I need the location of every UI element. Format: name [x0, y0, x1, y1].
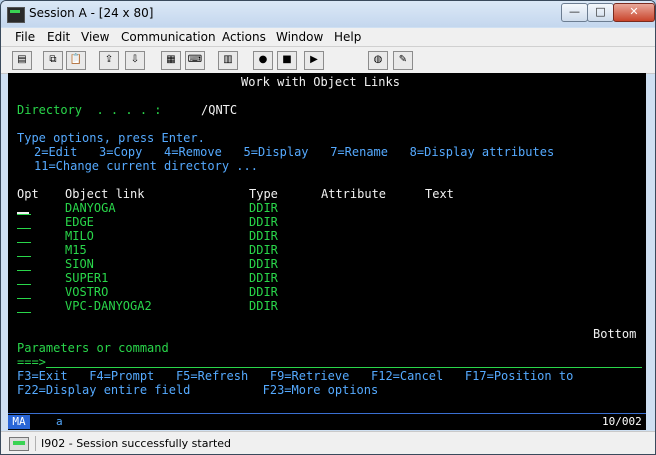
command-prompt: ===>: [17, 355, 46, 369]
edit-icon[interactable]: ✎: [393, 51, 413, 70]
options-heading: Type options, press Enter.: [17, 131, 205, 145]
display-icon[interactable]: ▦: [161, 51, 181, 70]
object-name-6: SUPER1: [65, 271, 109, 285]
object-name-4: M15: [65, 243, 87, 257]
object-type-4: DDIR: [249, 243, 278, 257]
object-type-2: DDIR: [249, 215, 278, 229]
menu-bar: File Edit View Communication Actions Win…: [1, 28, 655, 47]
screen-title: Work with Object Links: [241, 75, 400, 89]
maximize-button[interactable]: □: [587, 3, 614, 22]
print-screen-icon[interactable]: ▤: [12, 51, 32, 70]
emulator-window: Session A - [24 x 80] — □ ✕ File Edit Vi…: [0, 0, 656, 455]
options-line-2: 11=Change current directory ...: [34, 159, 258, 173]
column-attribute: Attribute: [321, 187, 387, 201]
object-name-7: VOSTRO: [65, 285, 109, 299]
title-bar[interactable]: Session A - [24 x 80] — □ ✕: [1, 1, 655, 27]
cursor-position: 10/002: [602, 415, 642, 428]
paste-icon[interactable]: 📋: [66, 51, 86, 70]
minimize-button[interactable]: —: [561, 3, 588, 22]
keyboard-icon[interactable]: ⌨: [185, 51, 205, 70]
stop-macro-icon[interactable]: ■: [277, 51, 297, 70]
status-bar: I902 - Session successfully started: [1, 431, 655, 454]
receive-icon[interactable]: ⇩: [125, 51, 145, 70]
toolbar: ▤ ⧉ 📋 ⇪ ⇩ ▦ ⌨ ▥ ● ■ ▶ ◍ ✎: [1, 47, 655, 74]
object-type-5: DDIR: [249, 257, 278, 271]
copy-icon[interactable]: ⧉: [43, 51, 63, 70]
option-input-1[interactable]: [17, 214, 31, 215]
menu-view[interactable]: View: [81, 30, 109, 44]
record-macro-icon[interactable]: ●: [253, 51, 273, 70]
options-line-1: 2=Edit 3=Copy 4=Remove 5=Display 7=Renam…: [34, 145, 555, 159]
menu-help[interactable]: Help: [334, 30, 361, 44]
object-name-3: MILO: [65, 229, 94, 243]
column-type: Type: [249, 187, 278, 201]
object-type-3: DDIR: [249, 229, 278, 243]
object-name-1: DANYOGA: [65, 201, 116, 215]
object-name-8: VPC-DANYOGA2: [65, 299, 152, 313]
directory-value: /QNTC: [201, 103, 238, 117]
menu-communication[interactable]: Communication: [121, 30, 216, 44]
function-keys-line-2: F22=Display entire field F23=More option…: [17, 383, 379, 397]
command-input[interactable]: [46, 367, 642, 368]
option-input-3[interactable]: [17, 242, 31, 243]
parameters-label: Parameters or command: [17, 341, 169, 355]
terminal-app-icon: [7, 7, 25, 23]
option-input-6[interactable]: [17, 284, 31, 285]
operator-info-area: MA a 10/002: [8, 413, 646, 430]
column-text: Text: [425, 187, 454, 201]
menu-edit[interactable]: Edit: [47, 30, 70, 44]
column-opt: Opt: [17, 187, 39, 201]
send-icon[interactable]: ⇪: [99, 51, 119, 70]
directory-label: Directory . . . . :: [17, 103, 162, 117]
menu-actions[interactable]: Actions: [222, 30, 266, 44]
object-name-2: EDGE: [65, 215, 94, 229]
menu-file[interactable]: File: [15, 30, 35, 44]
globe-icon[interactable]: ◍: [368, 51, 388, 70]
option-input-7[interactable]: [17, 298, 31, 299]
object-type-6: DDIR: [249, 271, 278, 285]
window-title: Session A - [24 x 80]: [29, 6, 154, 20]
macro-icon[interactable]: ▥: [218, 51, 238, 70]
close-button[interactable]: ✕: [613, 3, 655, 22]
object-name-5: SION: [65, 257, 94, 271]
play-macro-icon[interactable]: ▶: [304, 51, 324, 70]
session-status-icon: [9, 437, 29, 451]
option-input-5[interactable]: [17, 270, 31, 271]
option-input-8[interactable]: [17, 312, 31, 313]
oia-input-mode: a: [56, 415, 63, 428]
object-type-8: DDIR: [249, 299, 278, 313]
option-input-4[interactable]: [17, 256, 31, 257]
status-message: I902 - Session successfully started: [35, 436, 231, 451]
list-position-indicator: Bottom: [593, 327, 637, 341]
terminal-screen[interactable]: Work with Object Links Directory . . . .…: [8, 73, 646, 413]
function-keys-line-1: F3=Exit F4=Prompt F5=Refresh F9=Retrieve…: [17, 369, 574, 383]
option-input-2[interactable]: [17, 228, 31, 229]
menu-window[interactable]: Window: [276, 30, 323, 44]
object-type-7: DDIR: [249, 285, 278, 299]
oia-indicator: MA: [8, 415, 30, 429]
object-type-1: DDIR: [249, 201, 278, 215]
column-object-link: Object link: [65, 187, 145, 201]
